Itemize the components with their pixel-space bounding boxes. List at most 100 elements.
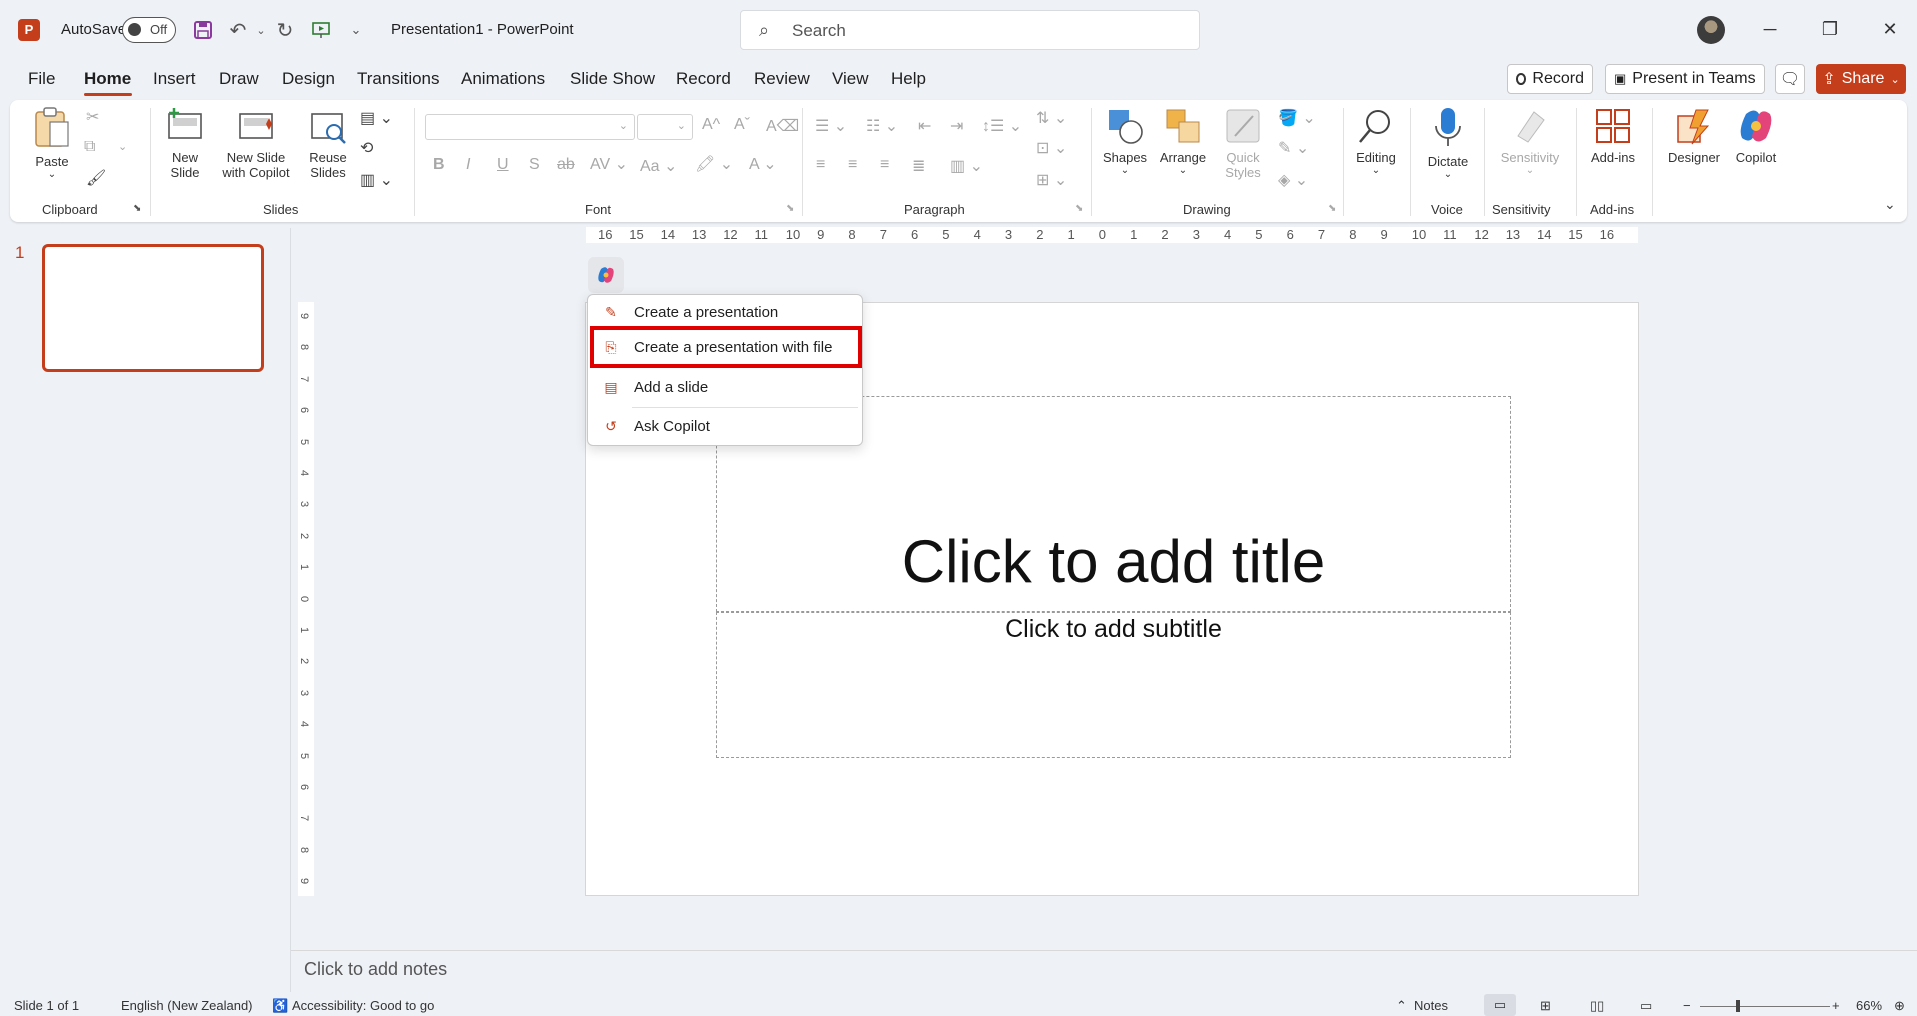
undo-dropdown-icon[interactable]: ⌄ — [248, 17, 274, 43]
change-case-icon[interactable]: Aa ⌄ — [640, 156, 677, 176]
dialog-launcher-icon[interactable]: ⬊ — [786, 203, 794, 214]
designer-button[interactable]: Designer — [1662, 106, 1726, 165]
columns-icon[interactable]: ▥ ⌄ — [950, 156, 983, 176]
clear-formatting-icon[interactable]: A⌫ — [766, 116, 799, 136]
close-icon[interactable]: ✕ — [1873, 14, 1907, 44]
character-spacing-icon[interactable]: AV ⌄ — [590, 154, 628, 174]
autosave-toggle[interactable]: Off — [122, 17, 176, 43]
zoom-out-icon[interactable]: − — [1683, 998, 1691, 1013]
quick-styles-button[interactable]: Quick Styles — [1218, 106, 1268, 180]
notes-placeholder[interactable]: Click to add notes — [304, 959, 447, 980]
present-from-start-icon[interactable] — [308, 17, 334, 43]
fit-to-window-icon[interactable]: ⊕ — [1894, 998, 1905, 1014]
add-ins-button[interactable]: Add-ins — [1583, 106, 1643, 165]
line-spacing-icon[interactable]: ↕☰ ⌄ — [982, 116, 1022, 136]
restore-icon[interactable]: ❐ — [1813, 14, 1847, 44]
dialog-launcher-icon[interactable]: ⬊ — [1328, 203, 1336, 214]
share-button[interactable]: ⇪ Share ⌄ — [1816, 64, 1906, 94]
shape-fill-icon[interactable]: 🪣 ⌄ — [1278, 108, 1316, 128]
comments-button[interactable]: 🗨 — [1775, 64, 1805, 94]
accessibility-icon[interactable]: ♿ — [272, 998, 288, 1014]
slide-thumbnail[interactable] — [42, 244, 264, 372]
zoom-in-icon[interactable]: + — [1832, 998, 1840, 1013]
justify-icon[interactable]: ≣ — [912, 156, 925, 176]
decrease-font-icon[interactable]: Aˇ — [734, 116, 750, 134]
save-icon[interactable] — [190, 17, 216, 43]
paste-button[interactable]: Paste ⌄ — [32, 106, 72, 180]
new-slide-with-copilot-button[interactable]: New Slide with Copilot — [214, 106, 298, 180]
tab-insert[interactable]: Insert — [153, 69, 196, 89]
decrease-indent-icon[interactable]: ⇤ — [918, 116, 931, 136]
italic-icon[interactable]: I — [466, 156, 470, 174]
tab-animations[interactable]: Animations — [461, 69, 545, 89]
slide-sorter-icon[interactable]: ⊞ — [1540, 998, 1551, 1014]
strikethrough-icon[interactable]: ab — [557, 156, 575, 174]
menu-item-ask-copilot[interactable]: ↺ Ask Copilot — [588, 409, 864, 443]
highlight-icon[interactable]: 🖍 ⌄ — [695, 154, 733, 174]
accessibility-status[interactable]: Accessibility: Good to go — [292, 998, 434, 1013]
tab-slide-show[interactable]: Slide Show — [570, 69, 655, 89]
smartart-icon[interactable]: ⊞ ⌄ — [1036, 170, 1067, 190]
increase-indent-icon[interactable]: ⇥ — [950, 116, 963, 136]
reset-icon[interactable]: ⟲ — [360, 138, 373, 158]
bullets-icon[interactable]: ☰ ⌄ — [815, 116, 847, 136]
subtitle-placeholder[interactable]: Click to add subtitle — [716, 612, 1511, 758]
bold-icon[interactable]: B — [433, 156, 445, 174]
copy-dropdown-icon[interactable]: ⌄ — [118, 140, 127, 153]
align-left-icon[interactable]: ≡ — [816, 156, 825, 174]
slide-counter[interactable]: Slide 1 of 1 — [14, 998, 79, 1013]
align-right-icon[interactable]: ≡ — [880, 156, 889, 174]
tab-design[interactable]: Design — [282, 69, 335, 89]
increase-font-icon[interactable]: A^ — [702, 116, 720, 134]
tab-file[interactable]: File — [28, 69, 55, 89]
new-slide-button[interactable]: New Slide — [160, 106, 210, 180]
zoom-level[interactable]: 66% — [1856, 998, 1882, 1013]
reuse-slides-button[interactable]: Reuse Slides — [303, 106, 353, 180]
cut-icon[interactable]: ✂ — [86, 107, 99, 127]
tab-transitions[interactable]: Transitions — [357, 69, 440, 89]
sensitivity-button[interactable]: Sensitivity ⌄ — [1490, 106, 1570, 176]
tab-review[interactable]: Review — [754, 69, 810, 89]
tab-help[interactable]: Help — [891, 69, 926, 89]
editing-button[interactable]: Editing ⌄ — [1350, 106, 1402, 176]
font-size-combo[interactable]: ⌄ — [637, 114, 693, 140]
section-icon[interactable]: ▥ ⌄ — [360, 170, 393, 190]
underline-icon[interactable]: U — [497, 156, 509, 174]
copilot-floating-button[interactable] — [588, 257, 624, 293]
tab-draw[interactable]: Draw — [219, 69, 259, 89]
collapse-ribbon-icon[interactable]: ⌄ — [1884, 196, 1896, 213]
tab-record[interactable]: Record — [676, 69, 731, 89]
zoom-slider-thumb[interactable] — [1736, 1000, 1740, 1012]
align-text-icon[interactable]: ⊡ ⌄ — [1036, 138, 1067, 158]
shape-outline-icon[interactable]: ✎ ⌄ — [1278, 138, 1309, 158]
font-color-icon[interactable]: A ⌄ — [749, 154, 777, 174]
shadow-icon[interactable]: S — [529, 156, 540, 174]
slide-show-icon[interactable]: ▭ — [1640, 998, 1652, 1014]
reading-view-icon[interactable]: ▯▯ — [1590, 998, 1604, 1014]
zoom-slider[interactable] — [1700, 1006, 1830, 1007]
user-avatar[interactable] — [1697, 16, 1725, 44]
search-box[interactable]: ⌕ Search — [740, 10, 1200, 50]
font-family-combo[interactable]: ⌄ — [425, 114, 635, 140]
text-direction-icon[interactable]: ⇅ ⌄ — [1036, 108, 1067, 128]
record-button[interactable]: Record — [1507, 64, 1593, 94]
shape-effects-icon[interactable]: ◈ ⌄ — [1278, 170, 1308, 190]
normal-view-icon[interactable]: ▭ — [1484, 994, 1516, 1016]
notes-button[interactable]: Notes — [1414, 998, 1448, 1013]
menu-item-add-slide[interactable]: ▤ Add a slide — [588, 370, 864, 404]
minimize-icon[interactable]: ─ — [1753, 14, 1787, 44]
customize-qat-icon[interactable]: ⌄ — [343, 17, 369, 43]
shapes-button[interactable]: Shapes ⌄ — [1100, 106, 1150, 176]
dialog-launcher-icon[interactable]: ⬊ — [133, 203, 141, 214]
tab-home[interactable]: Home — [84, 69, 131, 89]
copy-icon[interactable]: ⧉ — [84, 138, 95, 156]
copilot-button[interactable]: Copilot — [1728, 106, 1784, 165]
numbering-icon[interactable]: ☷ ⌄ — [866, 116, 898, 136]
menu-item-create-presentation[interactable]: ✎ Create a presentation — [588, 295, 864, 329]
dialog-launcher-icon[interactable]: ⬊ — [1075, 203, 1083, 214]
arrange-button[interactable]: Arrange ⌄ — [1155, 106, 1211, 176]
layout-icon[interactable]: ▤ ⌄ — [360, 108, 393, 128]
language-status[interactable]: English (New Zealand) — [121, 998, 253, 1013]
tab-view[interactable]: View — [832, 69, 869, 89]
dictate-button[interactable]: Dictate ⌄ — [1420, 106, 1476, 180]
